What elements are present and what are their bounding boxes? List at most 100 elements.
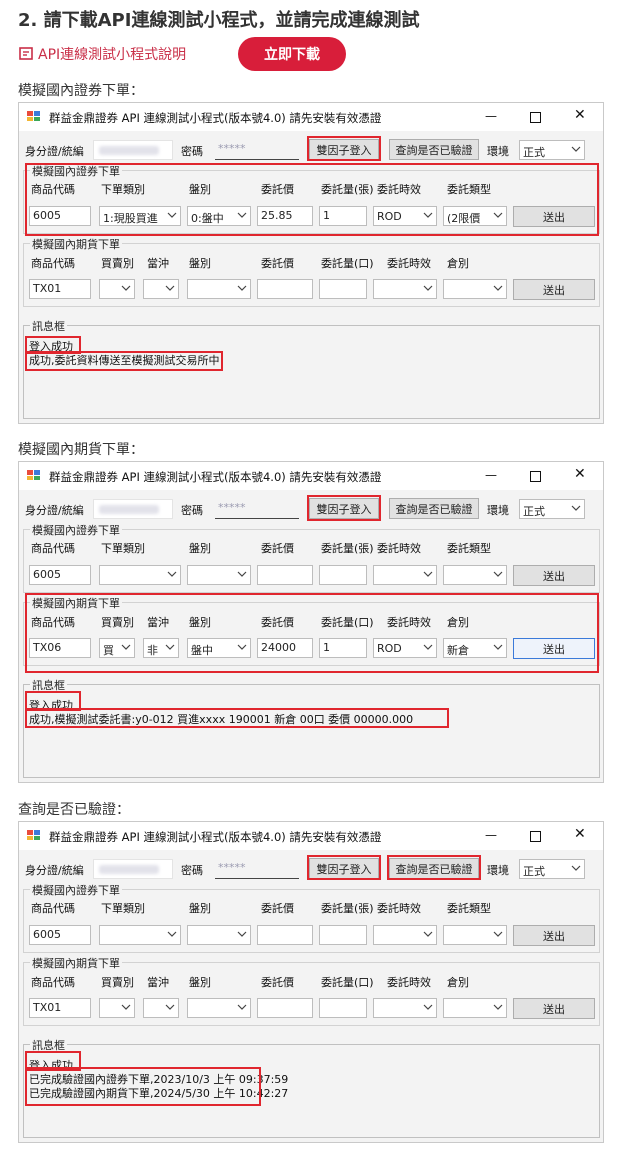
environment-select[interactable]: 正式 (519, 140, 585, 160)
password-input[interactable]: ***** (215, 499, 299, 519)
futures-column-header: 買賣別 (101, 257, 134, 270)
environment-select[interactable]: 正式 (519, 499, 585, 519)
api-doc-link[interactable]: API連線測試小程式說明 (18, 44, 186, 64)
futures-column-header: 委託量(口) (321, 976, 374, 989)
verify-status-button[interactable]: 查詢是否已驗證 (389, 498, 479, 519)
stock-order-kind-select[interactable] (443, 925, 507, 945)
redacted-id (99, 146, 159, 155)
futures-tif-select[interactable] (373, 279, 437, 299)
futures-submit-button[interactable]: 送出 (513, 998, 595, 1019)
verify-status-button[interactable]: 查詢是否已驗證 (389, 139, 479, 160)
chevron-down-icon (423, 928, 433, 940)
password-label: 密碼 (181, 864, 203, 877)
message-frame: 訊息框 (23, 318, 600, 419)
id-label: 身分證/統編 (25, 145, 84, 158)
chevron-down-icon (423, 1001, 433, 1013)
stock-column-header: 商品代碼 (31, 542, 75, 555)
environment-label: 環境 (487, 145, 509, 158)
futures-price-input[interactable] (257, 998, 313, 1018)
chevron-down-icon (571, 862, 581, 874)
futures-side-select[interactable] (99, 998, 135, 1018)
chevron-down-icon (165, 282, 175, 294)
futures-column-header: 盤別 (189, 976, 211, 989)
chevron-down-icon (571, 502, 581, 514)
futures-column-header: 委託價 (261, 257, 294, 270)
maximize-icon[interactable] (530, 111, 541, 127)
futures-price-input[interactable] (257, 279, 313, 299)
futures-daytrade-select[interactable] (143, 998, 179, 1018)
stock-submit-button[interactable]: 送出 (513, 925, 595, 946)
futures-column-header: 倉別 (447, 976, 469, 989)
stock-tif-select[interactable] (373, 925, 437, 945)
futures-order-group-title: 模擬國內期貨下單 (30, 955, 122, 971)
highlight-box (25, 708, 449, 728)
app-window: 群益金鼎證券 API 連線測試小程式(版本號4.0) 請先安裝有效憑證 — ✕ 身分證… (18, 102, 604, 424)
stock-order-type-select[interactable] (99, 925, 181, 945)
api-doc-link-label: API連線測試小程式說明 (38, 47, 187, 63)
highlight-box (25, 593, 599, 673)
futures-order-group-title: 模擬國內期貨下單 (30, 236, 122, 252)
stock-column-header: 委託類型 (447, 902, 491, 915)
stock-submit-button[interactable]: 送出 (513, 565, 595, 586)
section-label: 模擬國內期貨下單： (18, 442, 144, 458)
chevron-down-icon (493, 928, 503, 940)
environment-select-value: 正式 (523, 505, 545, 518)
chevron-down-icon (237, 568, 247, 580)
futures-qty-input[interactable] (319, 279, 367, 299)
stock-qty-input[interactable] (319, 925, 367, 945)
futures-tif-select[interactable] (373, 998, 437, 1018)
close-icon[interactable]: ✕ (574, 466, 586, 482)
app-icon (27, 829, 41, 841)
environment-label: 環境 (487, 864, 509, 877)
environment-select[interactable]: 正式 (519, 859, 585, 879)
stock-session-select[interactable] (187, 565, 251, 585)
futures-column-header: 倉別 (447, 257, 469, 270)
chevron-down-icon (237, 282, 247, 294)
password-input[interactable]: ***** (215, 859, 299, 879)
maximize-icon[interactable] (530, 830, 541, 846)
stock-order-type-select[interactable] (99, 565, 181, 585)
futures-submit-button[interactable]: 送出 (513, 279, 595, 300)
window-title: 群益金鼎證券 API 連線測試小程式(版本號4.0) 請先安裝有效憑證 (49, 111, 382, 125)
stock-session-select[interactable] (187, 925, 251, 945)
chevron-down-icon (167, 928, 177, 940)
stock-qty-input[interactable] (319, 565, 367, 585)
futures-session-select[interactable] (187, 279, 251, 299)
futures-column-header: 當沖 (147, 976, 169, 989)
stock-column-header: 委託價 (261, 542, 294, 555)
maximize-icon[interactable] (530, 470, 541, 486)
app-window: 群益金鼎證券 API 連線測試小程式(版本號4.0) 請先安裝有效憑證 — ✕ 身分證… (18, 821, 604, 1143)
page-heading: 2. 請下載API連線測試小程式，並請完成連線測試 (18, 10, 420, 31)
section-label: 模擬國內證券下單： (18, 83, 144, 99)
id-label: 身分證/統編 (25, 504, 84, 517)
minimize-icon[interactable]: — (485, 828, 497, 842)
environment-select-value: 正式 (523, 146, 545, 159)
stock-order-kind-select[interactable] (443, 565, 507, 585)
futures-code-input[interactable]: TX01 (29, 998, 91, 1018)
futures-position-select[interactable] (443, 279, 507, 299)
stock-column-header: 盤別 (189, 542, 211, 555)
download-button[interactable]: 立即下載 (238, 37, 346, 71)
password-input[interactable]: ***** (215, 140, 299, 160)
stock-code-input[interactable]: 6005 (29, 925, 91, 945)
minimize-icon[interactable]: — (485, 468, 497, 482)
futures-side-select[interactable] (99, 279, 135, 299)
futures-position-select[interactable] (443, 998, 507, 1018)
close-icon[interactable]: ✕ (574, 826, 586, 842)
futures-qty-input[interactable] (319, 998, 367, 1018)
app-icon (27, 469, 41, 481)
app-icon (27, 110, 41, 122)
highlight-box (307, 136, 381, 161)
futures-session-select[interactable] (187, 998, 251, 1018)
stock-tif-select[interactable] (373, 565, 437, 585)
stock-price-input[interactable] (257, 925, 313, 945)
stock-code-input[interactable]: 6005 (29, 565, 91, 585)
minimize-icon[interactable]: — (485, 109, 497, 123)
futures-daytrade-select[interactable] (143, 279, 179, 299)
futures-code-input[interactable]: TX01 (29, 279, 91, 299)
futures-column-header: 委託量(口) (321, 257, 374, 270)
futures-column-header: 盤別 (189, 257, 211, 270)
stock-price-input[interactable] (257, 565, 313, 585)
futures-column-header: 買賣別 (101, 976, 134, 989)
close-icon[interactable]: ✕ (574, 107, 586, 123)
